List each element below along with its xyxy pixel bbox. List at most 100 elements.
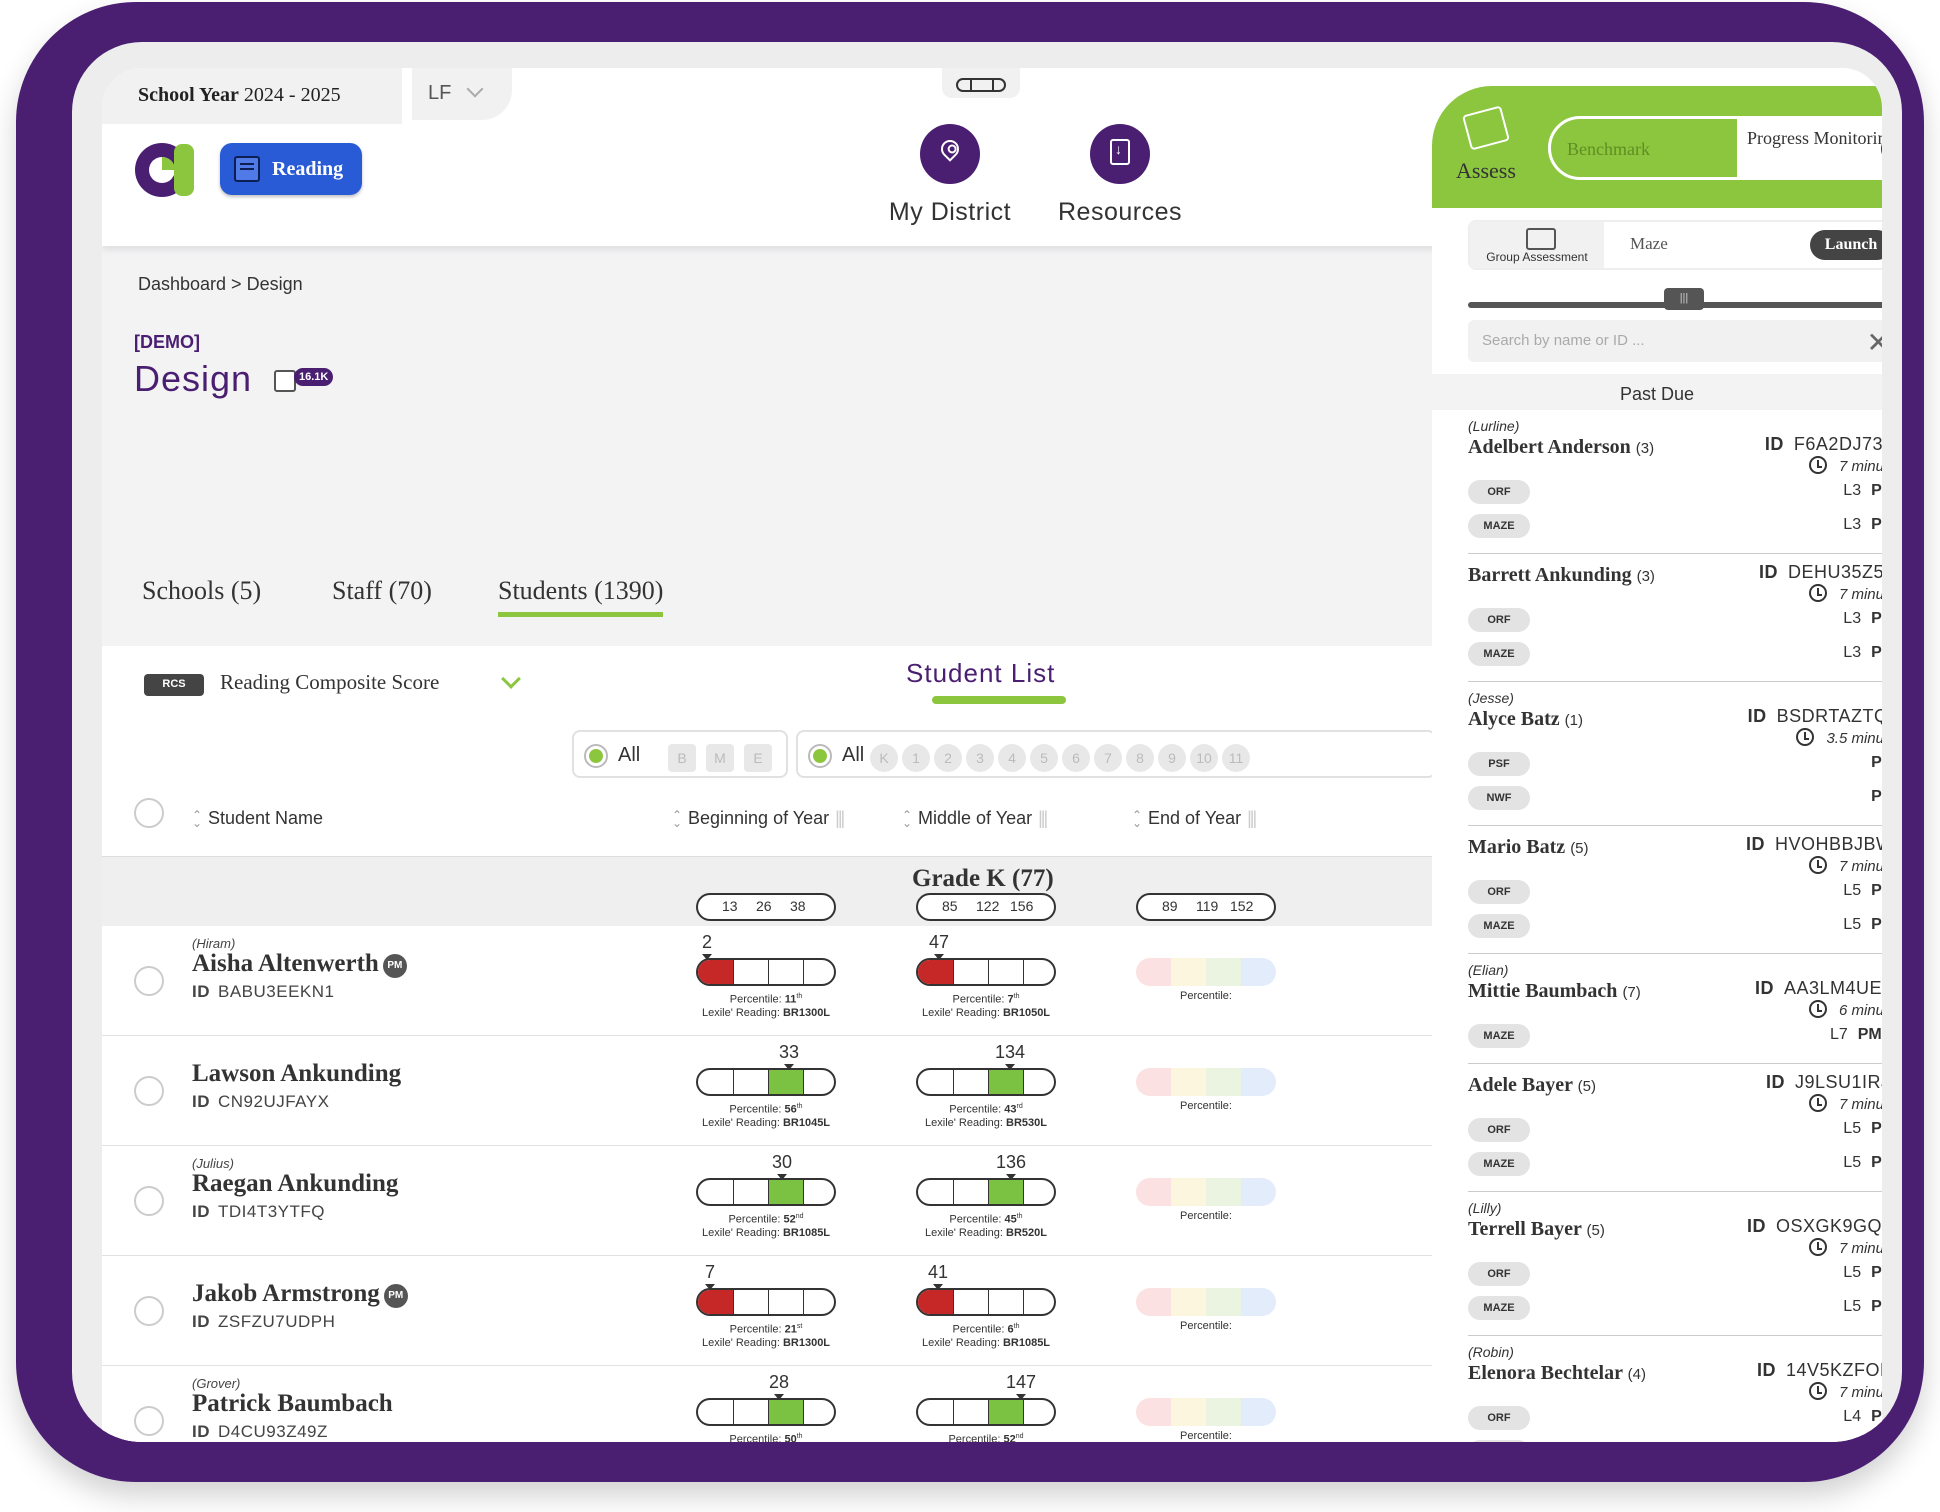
past-due-card[interactable]: (Elian) Mittie Baumbach (7) IDAA3LM4UE4F 6 …	[1468, 962, 1882, 1064]
past-due-card[interactable]: Barrett Ankunding (3) IDDEHU35Z55J 7 minut…	[1468, 562, 1882, 682]
level-indicator: L3PM8	[1843, 516, 1882, 533]
measure-tag: ORF	[1468, 1262, 1530, 1286]
pm-badge-icon: PM	[382, 954, 407, 978]
document-download-icon	[1090, 124, 1150, 184]
main-content: Dashboard > Design [DEMO] Design 16.1K S…	[102, 246, 1436, 1442]
row-checkbox[interactable]	[134, 966, 164, 996]
level-indicator: L5PM8	[1843, 916, 1882, 933]
grade-option[interactable]: 9	[1158, 744, 1186, 772]
boy-gauge	[696, 1068, 836, 1096]
past-due-card[interactable]: (Jesse) Alyce Batz (1) IDBSDRTAZTQM 3.5 min…	[1468, 690, 1882, 826]
nav-my-district[interactable]: My District	[870, 124, 1030, 227]
row-checkbox[interactable]	[134, 1406, 164, 1436]
student-name: Adelbert Anderson (3)	[1468, 436, 1655, 458]
student-name[interactable]: Patrick Baumbach	[192, 1390, 393, 1418]
measure-selector[interactable]: Reading Composite Score	[220, 670, 439, 695]
column-eoy[interactable]: ⌃ ⌄ End of Year |||	[1132, 808, 1257, 829]
grade-option[interactable]: 4	[998, 744, 1026, 772]
tab-students[interactable]: Students (1390)	[498, 576, 664, 617]
column-resize-icon: |||	[1038, 808, 1048, 828]
boy-details: Percentile: 50th	[729, 1433, 803, 1442]
clock-icon	[1808, 1000, 1827, 1018]
lf-label: LF	[428, 82, 452, 104]
past-due-card[interactable]: Mario Batz (5) IDHVOHBBJBW5 7 minutes ORF L5…	[1468, 834, 1882, 954]
grade-option[interactable]: K	[870, 744, 898, 772]
past-due-header: Past Due	[1432, 374, 1882, 410]
page-title: Design	[134, 358, 253, 399]
eoy-gauge-empty	[1136, 1398, 1276, 1426]
boy-gauge-fill	[768, 1400, 803, 1424]
row-checkbox[interactable]	[134, 1076, 164, 1106]
column-moy[interactable]: ⌃ ⌄ Middle of Year |||	[902, 808, 1048, 829]
student-nickname: (Grover)	[192, 1376, 241, 1391]
clock-icon	[1808, 856, 1827, 874]
column-student-name[interactable]: ⌃ ⌄ Student Name	[192, 808, 323, 829]
eoy-details: Percentile:	[1180, 1210, 1232, 1222]
past-due-card[interactable]: Adele Bayer (5) IDJ9LSU1IRJN 7 minutes ORF L…	[1468, 1072, 1882, 1192]
assess-panel: Assess Benchmark Progress Monitoring 333…	[1432, 68, 1882, 1442]
eoy-details: Percentile:	[1180, 990, 1232, 1002]
estimated-time: 6 minutes	[1808, 1000, 1882, 1019]
moy-score: 134	[995, 1042, 1026, 1070]
boy-gauge	[696, 1178, 836, 1206]
student-list-panel: RCS Reading Composite Score Student List…	[102, 646, 1436, 1442]
assess-label: Assess	[1456, 158, 1516, 183]
chevron-down-icon[interactable]	[501, 669, 521, 689]
grade-option[interactable]: 1	[902, 744, 930, 772]
progress-monitoring-option[interactable]: Progress Monitoring	[1737, 119, 1882, 177]
student-search-input[interactable]: Search by name or ID ... ✕	[1468, 320, 1882, 362]
period-option[interactable]: B	[668, 744, 696, 772]
close-icon[interactable]: ✕	[1867, 326, 1882, 359]
student-name[interactable]: Jakob Armstrong PM	[192, 1280, 408, 1308]
grade-option[interactable]: 10	[1190, 744, 1218, 772]
reading-subject-button[interactable]: Reading	[220, 143, 362, 195]
grade-option[interactable]: 5	[1030, 744, 1058, 772]
student-name[interactable]: Raegan Ankunding	[192, 1170, 398, 1198]
grade-option[interactable]: 2	[934, 744, 962, 772]
grade-option[interactable]: 3	[966, 744, 994, 772]
boy-score: 30	[772, 1152, 793, 1180]
handle-grip-icon	[956, 78, 1006, 92]
device-frame: School Year 2024 - 2025 LF Reading My Di…	[16, 2, 1924, 1482]
grade-option[interactable]: 6	[1062, 744, 1090, 772]
student-name[interactable]: Aisha Altenwerth PM	[192, 950, 407, 978]
grade-option[interactable]: 8	[1126, 744, 1154, 772]
tab-schools[interactable]: Schools (5)	[142, 576, 261, 606]
select-all-checkbox[interactable]	[134, 798, 164, 828]
assessment-mode-toggle[interactable]: Benchmark Progress Monitoring 333	[1548, 116, 1882, 180]
past-due-card[interactable]: (Robin) Elenora Bechtelar (4) ID14V5KZFOLC…	[1468, 1344, 1882, 1442]
column-boy[interactable]: ⌃ ⌄ Beginning of Year |||	[672, 808, 845, 829]
period-option[interactable]: E	[744, 744, 772, 772]
benchmark-option[interactable]: Benchmark	[1567, 139, 1650, 160]
panel-resize-slider[interactable]: |||	[1468, 288, 1882, 310]
student-name[interactable]: Lawson Ankunding	[192, 1060, 401, 1088]
period-all-radio[interactable]	[584, 744, 608, 768]
drawer-handle[interactable]	[942, 68, 1020, 98]
launch-button[interactable]: Launch	[1810, 230, 1882, 260]
school-year-selector[interactable]: School Year 2024 - 2025	[102, 68, 402, 124]
past-due-card[interactable]: (Lilly) Terrell Bayer (5) IDOSXGK9GQT2 7 mi…	[1468, 1200, 1882, 1336]
nav-resources[interactable]: Resources	[1040, 124, 1200, 227]
measure-tag: ORF	[1468, 480, 1530, 504]
row-checkbox[interactable]	[134, 1296, 164, 1326]
row-checkbox[interactable]	[134, 1186, 164, 1216]
tab-staff[interactable]: Staff (70)	[332, 576, 432, 606]
table-row: (Grover) Patrick Baumbach ID D4CU93Z49Z 28 Pe…	[102, 1366, 1432, 1442]
level-indicator: PM8	[1871, 754, 1882, 771]
lf-dropdown[interactable]: LF	[412, 68, 512, 120]
grade-option[interactable]: 7	[1094, 744, 1122, 772]
student-id: IDDEHU35Z55J	[1758, 562, 1882, 582]
measure-tag: MAZE	[1468, 1024, 1530, 1048]
app-window: School Year 2024 - 2025 LF Reading My Di…	[102, 68, 1882, 1442]
measure-tag: MAZE	[1468, 1152, 1530, 1176]
slider-handle[interactable]: |||	[1664, 288, 1704, 310]
eoy-gauge-empty	[1136, 1178, 1276, 1206]
group-assessment-button[interactable]: Group Assessment	[1470, 222, 1604, 268]
past-due-card[interactable]: (Lurline) Adelbert Anderson (3) ID F6A2DJ73…	[1468, 418, 1882, 554]
moy-gauge	[916, 958, 1056, 986]
grade-all-radio[interactable]	[808, 744, 832, 768]
period-option[interactable]: M	[706, 744, 734, 772]
grade-option[interactable]: 11	[1222, 744, 1250, 772]
breadcrumb[interactable]: Dashboard > Design	[138, 274, 303, 295]
moy-cut-scores: 85 122 156	[916, 893, 1056, 921]
